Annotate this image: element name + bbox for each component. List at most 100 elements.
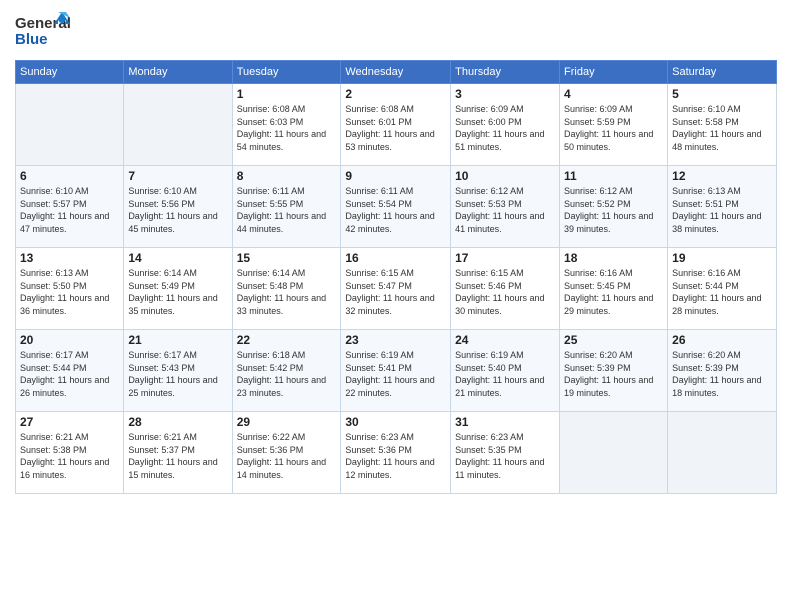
day-info: Sunrise: 6:23 AM Sunset: 5:35 PM Dayligh… bbox=[455, 431, 555, 481]
day-number: 22 bbox=[237, 333, 337, 347]
day-number: 17 bbox=[455, 251, 555, 265]
day-number: 10 bbox=[455, 169, 555, 183]
day-number: 26 bbox=[672, 333, 772, 347]
logo: General Blue bbox=[15, 10, 70, 52]
day-cell-1: 1 Sunrise: 6:08 AM Sunset: 6:03 PM Daylig… bbox=[232, 84, 341, 166]
empty-cell bbox=[16, 84, 124, 166]
day-info: Sunrise: 6:16 AM Sunset: 5:44 PM Dayligh… bbox=[672, 267, 772, 317]
day-number: 28 bbox=[128, 415, 227, 429]
day-number: 11 bbox=[564, 169, 663, 183]
day-info: Sunrise: 6:19 AM Sunset: 5:40 PM Dayligh… bbox=[455, 349, 555, 399]
day-info: Sunrise: 6:09 AM Sunset: 5:59 PM Dayligh… bbox=[564, 103, 663, 153]
day-number: 4 bbox=[564, 87, 663, 101]
weekday-monday: Monday bbox=[124, 61, 232, 84]
day-info: Sunrise: 6:08 AM Sunset: 6:03 PM Dayligh… bbox=[237, 103, 337, 153]
day-info: Sunrise: 6:10 AM Sunset: 5:56 PM Dayligh… bbox=[128, 185, 227, 235]
day-info: Sunrise: 6:18 AM Sunset: 5:42 PM Dayligh… bbox=[237, 349, 337, 399]
weekday-saturday: Saturday bbox=[668, 61, 777, 84]
day-info: Sunrise: 6:12 AM Sunset: 5:53 PM Dayligh… bbox=[455, 185, 555, 235]
day-info: Sunrise: 6:12 AM Sunset: 5:52 PM Dayligh… bbox=[564, 185, 663, 235]
weekday-tuesday: Tuesday bbox=[232, 61, 341, 84]
day-number: 5 bbox=[672, 87, 772, 101]
day-cell-28: 28 Sunrise: 6:21 AM Sunset: 5:37 PM Dayli… bbox=[124, 412, 232, 494]
day-number: 23 bbox=[345, 333, 446, 347]
day-cell-12: 12 Sunrise: 6:13 AM Sunset: 5:51 PM Dayli… bbox=[668, 166, 777, 248]
day-cell-27: 27Sunrise: 6:21 AM Sunset: 5:38 PM Dayli… bbox=[16, 412, 124, 494]
day-number: 24 bbox=[455, 333, 555, 347]
day-info: Sunrise: 6:17 AM Sunset: 5:44 PM Dayligh… bbox=[20, 349, 119, 399]
day-number: 12 bbox=[672, 169, 772, 183]
day-cell-18: 18 Sunrise: 6:16 AM Sunset: 5:45 PM Dayli… bbox=[560, 248, 668, 330]
day-cell-14: 14 Sunrise: 6:14 AM Sunset: 5:49 PM Dayli… bbox=[124, 248, 232, 330]
day-info: Sunrise: 6:14 AM Sunset: 5:48 PM Dayligh… bbox=[237, 267, 337, 317]
day-info: Sunrise: 6:08 AM Sunset: 6:01 PM Dayligh… bbox=[345, 103, 446, 153]
day-number: 15 bbox=[237, 251, 337, 265]
day-number: 19 bbox=[672, 251, 772, 265]
day-cell-5: 5 Sunrise: 6:10 AM Sunset: 5:58 PM Daylig… bbox=[668, 84, 777, 166]
day-info: Sunrise: 6:20 AM Sunset: 5:39 PM Dayligh… bbox=[672, 349, 772, 399]
week-row-3: 13Sunrise: 6:13 AM Sunset: 5:50 PM Dayli… bbox=[16, 248, 777, 330]
day-info: Sunrise: 6:15 AM Sunset: 5:46 PM Dayligh… bbox=[455, 267, 555, 317]
day-cell-20: 20 Sunrise: 6:17 AM Sunset: 5:44 PM Dayli… bbox=[16, 330, 124, 412]
day-info: Sunrise: 6:11 AM Sunset: 5:54 PM Dayligh… bbox=[345, 185, 446, 235]
day-number: 1 bbox=[237, 87, 337, 101]
day-number: 30 bbox=[345, 415, 446, 429]
day-cell-19: 19 Sunrise: 6:16 AM Sunset: 5:44 PM Dayli… bbox=[668, 248, 777, 330]
day-info: Sunrise: 6:14 AM Sunset: 5:49 PM Dayligh… bbox=[128, 267, 227, 317]
day-info: Sunrise: 6:10 AM Sunset: 5:57 PM Dayligh… bbox=[20, 185, 119, 235]
day-cell-16: 16 Sunrise: 6:15 AM Sunset: 5:47 PM Dayli… bbox=[341, 248, 451, 330]
day-number: 3 bbox=[455, 87, 555, 101]
day-info: Sunrise: 6:13 AM Sunset: 5:51 PM Dayligh… bbox=[672, 185, 772, 235]
day-cell-11: 11 Sunrise: 6:12 AM Sunset: 5:52 PM Dayli… bbox=[560, 166, 668, 248]
weekday-header-row: SundayMondayTuesdayWednesdayThursdayFrid… bbox=[16, 61, 777, 84]
day-number: 31 bbox=[455, 415, 555, 429]
day-cell-6: 6 Sunrise: 6:10 AM Sunset: 5:57 PM Daylig… bbox=[16, 166, 124, 248]
day-cell-17: 17 Sunrise: 6:15 AM Sunset: 5:46 PM Dayli… bbox=[451, 248, 560, 330]
week-row-2: 6 Sunrise: 6:10 AM Sunset: 5:57 PM Daylig… bbox=[16, 166, 777, 248]
day-cell-24: 24 Sunrise: 6:19 AM Sunset: 5:40 PM Dayli… bbox=[451, 330, 560, 412]
day-number: 13 bbox=[20, 251, 119, 265]
day-info: Sunrise: 6:09 AM Sunset: 6:00 PM Dayligh… bbox=[455, 103, 555, 153]
week-row-1: 1 Sunrise: 6:08 AM Sunset: 6:03 PM Daylig… bbox=[16, 84, 777, 166]
header: General Blue bbox=[15, 10, 777, 52]
day-info: Sunrise: 6:19 AM Sunset: 5:41 PM Dayligh… bbox=[345, 349, 446, 399]
day-info: Sunrise: 6:21 AM Sunset: 5:37 PM Dayligh… bbox=[128, 431, 227, 481]
day-number: 9 bbox=[345, 169, 446, 183]
day-cell-15: 15 Sunrise: 6:14 AM Sunset: 5:48 PM Dayli… bbox=[232, 248, 341, 330]
day-number: 16 bbox=[345, 251, 446, 265]
day-cell-22: 22 Sunrise: 6:18 AM Sunset: 5:42 PM Dayli… bbox=[232, 330, 341, 412]
day-cell-21: 21 Sunrise: 6:17 AM Sunset: 5:43 PM Dayli… bbox=[124, 330, 232, 412]
day-number: 14 bbox=[128, 251, 227, 265]
day-cell-29: 29 Sunrise: 6:22 AM Sunset: 5:36 PM Dayli… bbox=[232, 412, 341, 494]
day-info: Sunrise: 6:17 AM Sunset: 5:43 PM Dayligh… bbox=[128, 349, 227, 399]
day-number: 8 bbox=[237, 169, 337, 183]
day-cell-23: 23 Sunrise: 6:19 AM Sunset: 5:41 PM Dayli… bbox=[341, 330, 451, 412]
day-info: Sunrise: 6:16 AM Sunset: 5:45 PM Dayligh… bbox=[564, 267, 663, 317]
weekday-sunday: Sunday bbox=[16, 61, 124, 84]
day-number: 27 bbox=[20, 415, 119, 429]
day-info: Sunrise: 6:15 AM Sunset: 5:47 PM Dayligh… bbox=[345, 267, 446, 317]
calendar-container: General Blue SundayMondayTuesdayWednesda… bbox=[0, 0, 792, 612]
day-cell-30: 30Sunrise: 6:23 AM Sunset: 5:36 PM Dayli… bbox=[341, 412, 451, 494]
empty-cell bbox=[124, 84, 232, 166]
day-info: Sunrise: 6:10 AM Sunset: 5:58 PM Dayligh… bbox=[672, 103, 772, 153]
day-cell-3: 3 Sunrise: 6:09 AM Sunset: 6:00 PM Daylig… bbox=[451, 84, 560, 166]
day-number: 20 bbox=[20, 333, 119, 347]
day-cell-31: 31 Sunrise: 6:23 AM Sunset: 5:35 PM Dayli… bbox=[451, 412, 560, 494]
day-cell-2: 2Sunrise: 6:08 AM Sunset: 6:01 PM Daylig… bbox=[341, 84, 451, 166]
day-cell-8: 8 Sunrise: 6:11 AM Sunset: 5:55 PM Daylig… bbox=[232, 166, 341, 248]
day-info: Sunrise: 6:22 AM Sunset: 5:36 PM Dayligh… bbox=[237, 431, 337, 481]
day-number: 18 bbox=[564, 251, 663, 265]
day-number: 6 bbox=[20, 169, 119, 183]
week-row-5: 27Sunrise: 6:21 AM Sunset: 5:38 PM Dayli… bbox=[16, 412, 777, 494]
day-cell-26: 26 Sunrise: 6:20 AM Sunset: 5:39 PM Dayli… bbox=[668, 330, 777, 412]
day-number: 21 bbox=[128, 333, 227, 347]
empty-cell bbox=[668, 412, 777, 494]
calendar-table: SundayMondayTuesdayWednesdayThursdayFrid… bbox=[15, 60, 777, 494]
day-cell-4: 4 Sunrise: 6:09 AM Sunset: 5:59 PM Daylig… bbox=[560, 84, 668, 166]
day-number: 29 bbox=[237, 415, 337, 429]
day-info: Sunrise: 6:11 AM Sunset: 5:55 PM Dayligh… bbox=[237, 185, 337, 235]
day-cell-7: 7Sunrise: 6:10 AM Sunset: 5:56 PM Daylig… bbox=[124, 166, 232, 248]
day-cell-25: 25Sunrise: 6:20 AM Sunset: 5:39 PM Dayli… bbox=[560, 330, 668, 412]
weekday-wednesday: Wednesday bbox=[341, 61, 451, 84]
